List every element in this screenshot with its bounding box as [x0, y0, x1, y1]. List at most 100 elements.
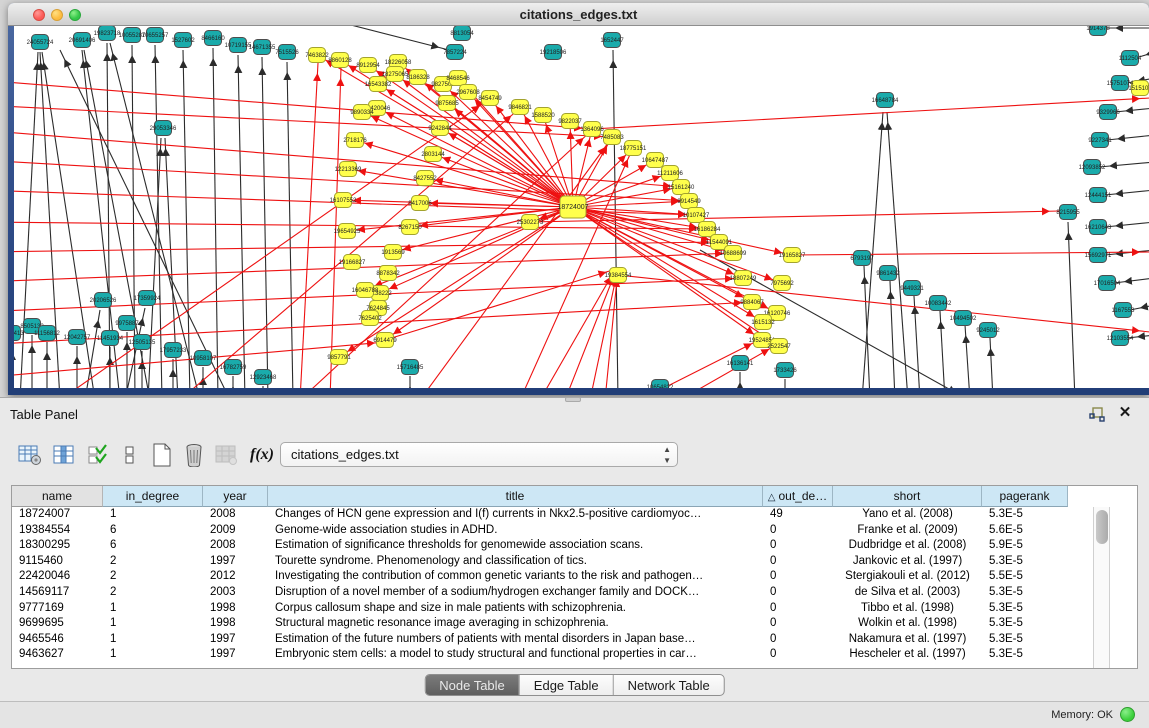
table-cell[interactable]: Dudbridge et al. (2008): [833, 538, 982, 554]
graph-edge[interactable]: [573, 207, 763, 322]
table-cell[interactable]: 1: [103, 601, 203, 617]
table-cell[interactable]: 2003: [203, 585, 268, 601]
close-panel-icon[interactable]: ✕: [1117, 405, 1133, 421]
table-cell[interactable]: Embryonic stem cells: a model to study s…: [268, 647, 763, 663]
graph-edge[interactable]: [940, 311, 945, 388]
table-cell[interactable]: Stergiakouli et al. (2012): [833, 569, 982, 585]
table-cell[interactable]: 1998: [203, 616, 268, 632]
graph-edge[interactable]: [433, 154, 573, 207]
table-cell[interactable]: 9115460: [12, 554, 103, 570]
table-cell[interactable]: 2: [103, 585, 203, 601]
table-select-dropdown[interactable]: citations_edges.txt ▲▼: [280, 442, 678, 467]
table-cell[interactable]: 18724007: [12, 507, 103, 523]
table-cell[interactable]: 1: [103, 507, 203, 523]
graph-edge[interactable]: [1105, 190, 1149, 195]
graph-edge[interactable]: [339, 207, 573, 357]
graph-edge[interactable]: [605, 269, 618, 388]
table-scrollbar[interactable]: [1093, 507, 1110, 669]
graph-edge[interactable]: [1068, 222, 1075, 388]
graph-edge[interactable]: [1105, 222, 1149, 227]
table-row[interactable]: 946554611997Estimation of the future num…: [12, 632, 1068, 648]
table-row[interactable]: 911546021997Tourette syndrome. Phenomeno…: [12, 554, 1068, 570]
table-cell[interactable]: Wolkin et al. (1998): [833, 616, 982, 632]
table-row[interactable]: 946362711997Embryonic stem cells: a mode…: [12, 647, 1068, 663]
row-height-icon[interactable]: [116, 440, 144, 470]
graph-edge[interactable]: [155, 45, 162, 388]
table-cell[interactable]: 0: [763, 632, 833, 648]
graph-edge[interactable]: [238, 55, 245, 388]
table-cell[interactable]: 2: [103, 569, 203, 585]
table-settings-icon[interactable]: [16, 440, 44, 470]
table-row[interactable]: 1830029562008Estimation of significance …: [12, 538, 1068, 554]
float-panel-icon[interactable]: [1089, 406, 1105, 422]
table-cell[interactable]: 0: [763, 538, 833, 554]
graph-edge[interactable]: [1107, 135, 1149, 140]
table-cell[interactable]: Tourette syndrome. Phenomenology and cla…: [268, 554, 763, 570]
table-cell[interactable]: 0: [763, 523, 833, 539]
table-row[interactable]: 1938455462009Genome-wide association stu…: [12, 523, 1068, 539]
table-cell[interactable]: 6: [103, 538, 203, 554]
table-cell[interactable]: Franke et al. (2009): [833, 523, 982, 539]
column-header-out_de[interactable]: △out_de…: [763, 486, 833, 507]
table-row[interactable]: 969969511998Structural magnetic resonanc…: [12, 616, 1068, 632]
table-cell[interactable]: 1998: [203, 601, 268, 617]
table-cell[interactable]: 5.9E-5: [982, 538, 1068, 554]
table-cell[interactable]: 2012: [203, 569, 268, 585]
table-cell[interactable]: 19384554: [12, 523, 103, 539]
table-cell[interactable]: 5.3E-5: [982, 647, 1068, 663]
table-cell[interactable]: 1997: [203, 632, 268, 648]
column-settings-icon[interactable]: [50, 440, 78, 470]
table-cell[interactable]: 1: [103, 647, 203, 663]
table-cell[interactable]: 2008: [203, 538, 268, 554]
table-cell[interactable]: 5.3E-5: [982, 632, 1068, 648]
table-cell[interactable]: Disruption of a novel member of a sodium…: [268, 585, 763, 601]
table-row[interactable]: 2242004622012Investigating the contribut…: [12, 569, 1068, 585]
table-cell[interactable]: 0: [763, 554, 833, 570]
graph-edge[interactable]: [864, 266, 870, 388]
table-cell[interactable]: 5.3E-5: [982, 585, 1068, 601]
table-cell[interactable]: Nakamura et al. (1997): [833, 632, 982, 648]
table-cell[interactable]: 9465546: [12, 632, 103, 648]
new-table-icon[interactable]: [148, 440, 176, 470]
table-cell[interactable]: 0: [763, 585, 833, 601]
table-cell[interactable]: Corpus callosum shape and size in male p…: [268, 601, 763, 617]
table-cell[interactable]: 5.3E-5: [982, 601, 1068, 617]
memory-status-indicator[interactable]: [1120, 707, 1135, 722]
table-cell[interactable]: 0: [763, 569, 833, 585]
network-canvas[interactable]: 1872400774638228860128891295418226058182…: [14, 26, 1149, 388]
table-cell[interactable]: 9699695: [12, 616, 103, 632]
table-cell[interactable]: 1: [103, 632, 203, 648]
table-cell[interactable]: 2008: [203, 507, 268, 523]
table-row[interactable]: 1456911722003Disruption of a novel membe…: [12, 585, 1068, 601]
table-cell[interactable]: 22420046: [12, 569, 103, 585]
tab-edge-table[interactable]: Edge Table: [520, 675, 614, 695]
graph-edge[interactable]: [262, 57, 268, 388]
tab-network-table[interactable]: Network Table: [614, 675, 724, 695]
table-cell[interactable]: Estimation of the future numbers of pati…: [268, 632, 763, 648]
table-cell[interactable]: Yano et al. (2008): [833, 507, 982, 523]
graph-edge[interactable]: [1099, 162, 1149, 167]
table-cell[interactable]: 0: [763, 601, 833, 617]
table-cell[interactable]: 5.6E-5: [982, 523, 1068, 539]
table-cell[interactable]: Investigating the contribution of common…: [268, 569, 763, 585]
graph-edge[interactable]: [440, 128, 573, 207]
table-cell[interactable]: 5.5E-5: [982, 569, 1068, 585]
graph-edge[interactable]: [914, 296, 920, 388]
table-cell[interactable]: 1997: [203, 647, 268, 663]
column-header-title[interactable]: title: [268, 486, 763, 507]
table-cell[interactable]: 0: [763, 647, 833, 663]
column-header-name[interactable]: name: [12, 486, 103, 507]
table-cell[interactable]: Changes of HCN gene expression and I(f) …: [268, 507, 763, 523]
window-titlebar[interactable]: citations_edges.txt: [8, 3, 1149, 26]
graph-edge[interactable]: [20, 52, 38, 388]
function-builder-icon[interactable]: f(x): [248, 440, 276, 470]
table-cell[interactable]: 0: [763, 616, 833, 632]
graph-edge[interactable]: [590, 268, 618, 388]
table-cell[interactable]: 1: [103, 616, 203, 632]
table-cell[interactable]: Tibbo et al. (1998): [833, 601, 982, 617]
table-row[interactable]: 977716911998Corpus callosum shape and si…: [12, 601, 1068, 617]
graph-edge[interactable]: [14, 242, 719, 252]
table-cell[interactable]: Hescheler et al. (1997): [833, 647, 982, 663]
column-header-short[interactable]: short: [833, 486, 982, 507]
table-cell[interactable]: Estimation of significance thresholds fo…: [268, 538, 763, 554]
